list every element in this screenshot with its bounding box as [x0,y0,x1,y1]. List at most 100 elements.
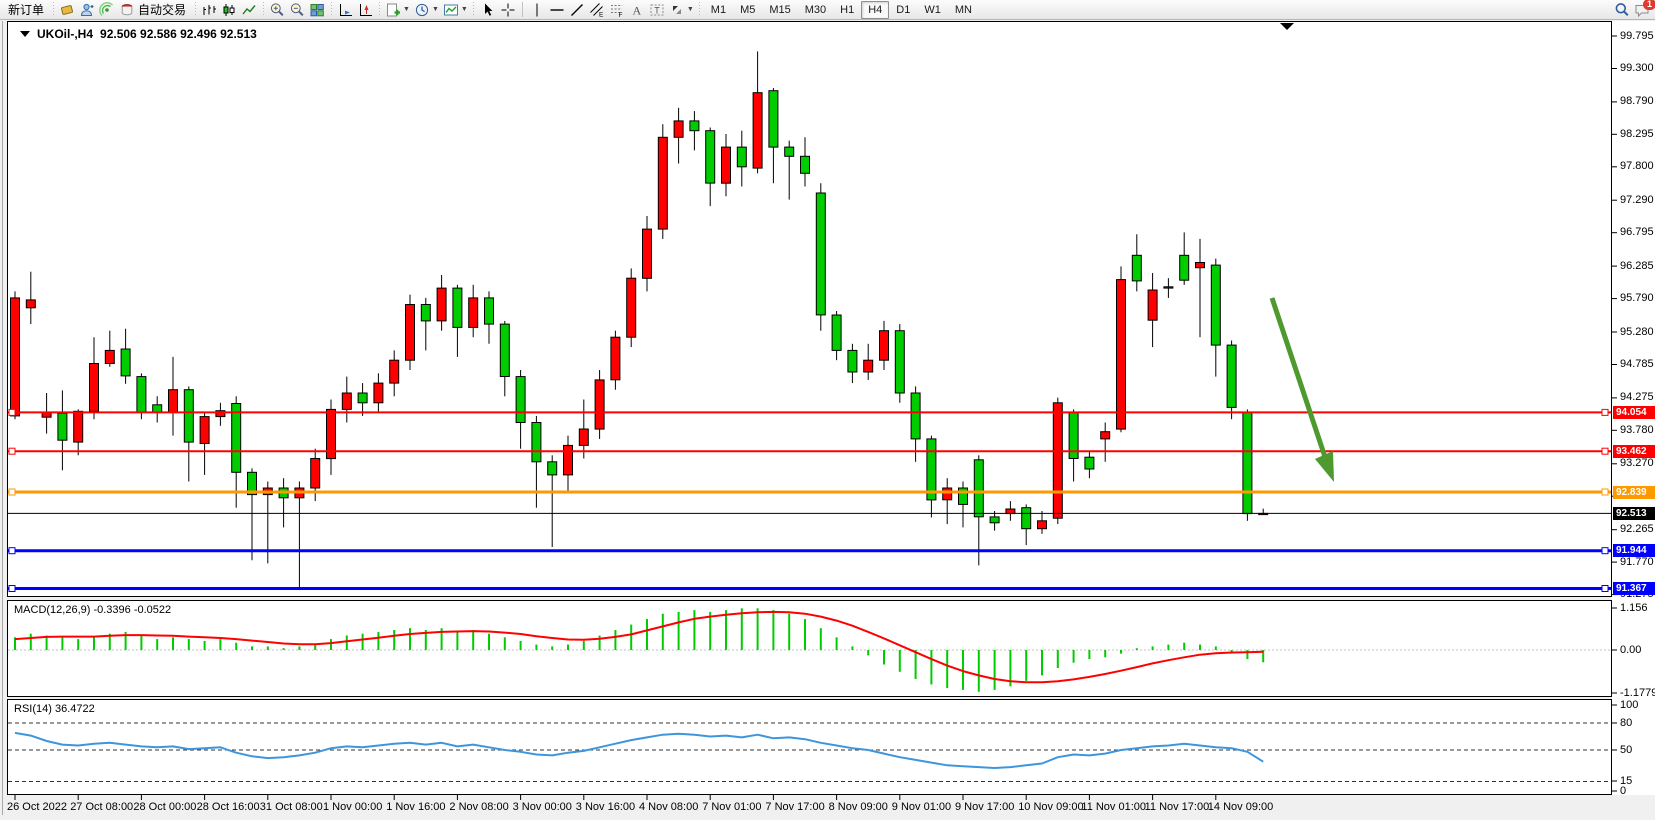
svg-text:E: E [599,11,604,18]
chevron-down-icon: ▼ [461,6,468,13]
chevron-down-icon: ▼ [687,6,694,13]
price-axis-column[interactable] [1612,21,1655,795]
profile-icon [79,2,95,18]
horizontal-line-tool-button[interactable] [547,1,567,19]
chart-shift-button[interactable] [355,1,375,19]
candlestick-chart-button[interactable] [219,1,239,19]
auto-scroll-icon [337,2,353,18]
line-chart-button[interactable] [239,1,259,19]
notification-count-badge: 1 [1643,0,1655,10]
zoom-out-button[interactable] [287,1,307,19]
crosshair-tool-button[interactable] [498,1,518,19]
equidistant-channel-tool-button[interactable]: E [587,1,607,19]
date-axis-label: 1 Nov 00:00 [323,801,382,813]
auto-trading-button[interactable]: 自动交易 [117,1,191,19]
zoom-in-button[interactable] [267,1,287,19]
horizontal-line-icon [549,2,565,18]
svg-text:A: A [632,3,641,17]
date-axis-label: 2 Nov 08:00 [449,801,508,813]
quotes-button[interactable] [57,1,77,19]
toolbar-grip [51,2,55,17]
arrows-tool-button[interactable]: ▼ [667,1,696,19]
new-chart-icon [385,2,401,18]
timeframe-m30[interactable]: M30 [798,1,833,19]
signals-button[interactable] [97,1,117,19]
date-axis-label: 31 Oct 08:00 [260,801,323,813]
periods-button[interactable]: ▼ [412,1,441,19]
chevron-down-icon: ▼ [432,6,439,13]
cursor-tool-button[interactable] [478,1,498,19]
candlestick-chart-icon [221,2,237,18]
arrows-icon [669,2,685,18]
date-axis-label: 7 Nov 17:00 [765,801,824,813]
date-axis-label: 26 Oct 2022 [7,801,67,813]
auto-scroll-button[interactable] [335,1,355,19]
timeframe-h4[interactable]: H4 [861,1,889,19]
indicators-icon [443,2,459,18]
date-axis-label: 9 Nov 01:00 [892,801,951,813]
date-axis-label: 4 Nov 08:00 [639,801,698,813]
macd-label: MACD(12,26,9) -0.3396 -0.0522 [14,604,171,616]
new-chart-button[interactable]: ▼ [383,1,412,19]
crosshair-icon [500,2,516,18]
timeframe-mn[interactable]: MN [948,1,979,19]
chart-symbol-label: UKOil-,H4 [37,27,93,41]
timeframe-m15[interactable]: M15 [762,1,797,19]
toolbar-grip [698,2,702,17]
auto-trading-icon [119,2,135,18]
toolbar-grip [261,2,265,17]
date-axis-label: 27 Oct 08:00 [70,801,133,813]
date-axis-label: 28 Oct 00:00 [133,801,196,813]
periods-clock-icon [414,2,430,18]
window-left-edge [2,21,3,815]
timeframe-m1[interactable]: M1 [704,1,733,19]
timeframe-h1[interactable]: H1 [833,1,861,19]
toolbar-grip [377,2,381,17]
date-axis-label: 1 Nov 16:00 [386,801,445,813]
trendline-tool-button[interactable] [567,1,587,19]
notifications-button[interactable]: 1 [1632,1,1652,19]
date-axis-label: 11 Nov 17:00 [1145,801,1210,813]
svg-text:F: F [618,12,622,18]
date-axis-label: 8 Nov 09:00 [829,801,888,813]
vertical-line-tool-button[interactable] [527,1,547,19]
chart-shift-icon [357,2,373,18]
text-icon: A [629,2,645,18]
vertical-line-icon [529,2,545,18]
trendline-icon [569,2,585,18]
bar-chart-button[interactable] [199,1,219,19]
date-axis-label: 11 Nov 01:00 [1081,801,1146,813]
toolbar-grip [329,2,333,17]
toolbar-grip [193,2,197,17]
date-axis-label: 28 Oct 16:00 [197,801,260,813]
date-axis-label: 14 Nov 09:00 [1208,801,1273,813]
timeframe-group: M1M5M15M30H1H4D1W1MN [704,1,979,19]
bar-chart-icon [201,2,217,18]
chart-ohlc-values: 92.506 92.586 92.496 92.513 [100,27,257,41]
profile-button[interactable] [77,1,97,19]
date-axis-label: 9 Nov 17:00 [955,801,1014,813]
macd-panel[interactable]: MACD(12,26,9) -0.3396 -0.0522 [7,600,1612,697]
date-axis-label: 3 Nov 16:00 [576,801,635,813]
text-tool-button[interactable]: A [627,1,647,19]
indicators-button[interactable]: ▼ [441,1,470,19]
text-label-tool-button[interactable]: T [647,1,667,19]
rsi-panel[interactable]: RSI(14) 36.4722 [7,699,1612,795]
timeframe-w1[interactable]: W1 [917,1,948,19]
date-axis-label: 7 Nov 01:00 [702,801,761,813]
top-toolbar: 新订单 自动交易 ▼ ▼ [0,0,1655,20]
timeframe-m5[interactable]: M5 [733,1,762,19]
search-button[interactable] [1612,1,1632,19]
tile-windows-button[interactable] [307,1,327,19]
fibonacci-icon: F [609,2,625,18]
chart-title: UKOil-,H4 92.506 92.586 92.496 92.513 [20,27,257,41]
toolbar-separator [522,2,523,17]
chart-menu-icon[interactable] [20,31,30,37]
line-chart-icon [241,2,257,18]
main-chart-panel[interactable]: UKOil-,H4 92.506 92.586 92.496 92.513 [7,21,1612,597]
zoom-out-icon [289,2,305,18]
timeframe-d1[interactable]: D1 [889,1,917,19]
new-order-button[interactable]: 新订单 [3,1,49,19]
new-order-label: 新订单 [5,1,47,18]
fibonacci-tool-button[interactable]: F [607,1,627,19]
